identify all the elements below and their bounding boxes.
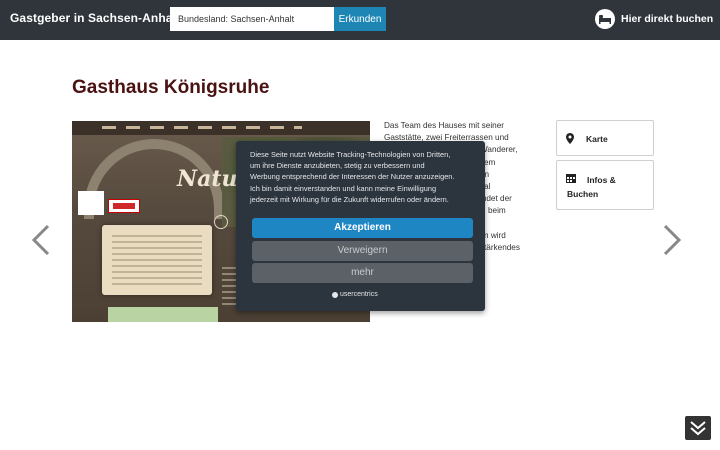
double-chevron-down-icon [690, 421, 706, 436]
logo-image [78, 191, 104, 215]
image-nav-strip [72, 121, 370, 135]
chevron-left-icon[interactable] [30, 224, 52, 256]
map-marker-icon [566, 133, 574, 144]
scroll-down-button[interactable] [685, 416, 711, 440]
page-title: Gasthaus Königsruhe [72, 77, 270, 98]
usercentrics-icon [332, 291, 338, 298]
hotix-logo [108, 199, 140, 213]
direct-book-label: Hier direkt buchen [621, 13, 714, 25]
infos-booking-button[interactable]: Infos & Buchen [556, 160, 654, 210]
chevron-right-icon[interactable] [661, 224, 683, 256]
direct-book-link[interactable]: Hier direkt buchen [595, 9, 713, 29]
top-navbar: Gastgeber in Sachsen-Anhalt Erkunden Hie… [0, 0, 720, 40]
map-button-label: Karte [586, 134, 608, 144]
search-input[interactable] [170, 7, 334, 31]
usercentrics-logo: usercentrics [332, 291, 378, 298]
consent-text: Diese Seite nutzt Website Tracking-Techn… [250, 150, 455, 204]
scroll-circle-icon [214, 215, 228, 229]
parchment-card [102, 225, 212, 295]
bed-icon [595, 9, 615, 29]
accept-button[interactable]: Akzeptieren [252, 218, 473, 238]
map-button[interactable]: Karte [556, 120, 654, 156]
search-button[interactable]: Erkunden [334, 7, 386, 31]
more-button[interactable]: mehr [252, 263, 473, 283]
green-banner [108, 307, 218, 322]
site-brand[interactable]: Gastgeber in Sachsen-Anhalt [10, 11, 180, 25]
infos-booking-label: Infos & Buchen [567, 175, 616, 199]
deny-button[interactable]: Verweigern [252, 241, 473, 261]
cookie-consent-dialog: Diese Seite nutzt Website Tracking-Techn… [236, 141, 485, 311]
